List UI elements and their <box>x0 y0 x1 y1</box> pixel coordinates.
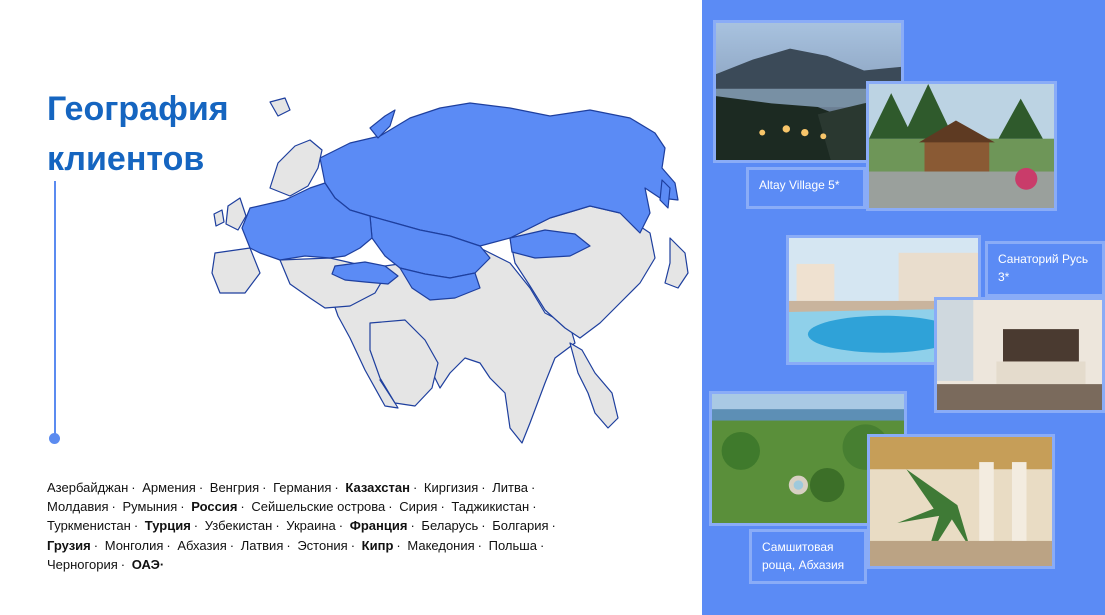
separator-dot: · <box>193 518 199 534</box>
map-region-iberia <box>211 247 261 294</box>
country-item: Румыния <box>122 499 178 515</box>
separator-dot: · <box>133 518 139 534</box>
country-item: Беларусь <box>421 518 479 534</box>
country-item: Франция <box>349 518 408 534</box>
country-item: Венгрия <box>209 480 260 495</box>
country-item: Болгария <box>492 518 549 534</box>
separator-dot: · <box>286 537 291 553</box>
countries-list: Азербайджан · Армения · Венгрия · Германия ·… <box>47 478 607 574</box>
country-item: Эстония <box>297 537 348 553</box>
separator-dot: · <box>229 537 235 553</box>
separator-dot: · <box>412 480 418 495</box>
separator-dot: · <box>93 537 99 553</box>
country-item: Грузия <box>47 537 91 553</box>
separator-dot: · <box>120 556 126 572</box>
country-item: Латвия <box>240 537 284 553</box>
separator-dot: · <box>530 480 536 495</box>
separator-dot: · <box>551 518 556 534</box>
altay-village-name: Altay Village 5* <box>759 178 840 192</box>
country-item: Сирия <box>399 499 438 515</box>
country-item: Молдавия <box>47 499 109 515</box>
separator-dot: · <box>166 537 171 553</box>
separator-dot: · <box>481 480 486 495</box>
separator-dot: · <box>410 518 415 534</box>
separator-dot: · <box>532 499 537 515</box>
rus-room-photo <box>934 297 1105 413</box>
country-item: Армения <box>142 480 196 495</box>
country-item: Сейшельские острова <box>251 499 386 515</box>
country-item: Кипр <box>361 537 394 553</box>
separator-dot: · <box>240 499 245 515</box>
country-item: Черногория <box>47 556 118 572</box>
rus-sanatorium-name: Санаторий Русь 3* <box>998 252 1089 284</box>
separator-dot: · <box>396 537 401 553</box>
map-region-japan <box>664 237 689 289</box>
rus-sanatorium-label: Санаторий Русь 3* <box>985 241 1105 297</box>
country-item: Таджикистан <box>451 499 530 515</box>
separator-dot: · <box>477 537 482 553</box>
separator-dot: · <box>111 499 116 515</box>
eurasia-map <box>211 97 689 444</box>
country-item: Казахстан <box>345 480 410 495</box>
country-item: Азербайджан <box>47 480 129 495</box>
altay-village-label: Altay Village 5* <box>746 167 866 209</box>
separator-dot: · <box>198 480 204 495</box>
samshit-name: Самшитовая роща, Абхазия <box>762 540 845 572</box>
separator-dot: · <box>539 537 545 553</box>
separator-dot: · <box>334 480 339 495</box>
country-item: Туркменистан <box>47 518 131 534</box>
country-item: Киргизия <box>423 480 479 495</box>
country-item: Литва <box>492 480 528 495</box>
country-item: Македония <box>407 537 475 553</box>
country-item: Монголия <box>104 537 164 553</box>
separator-dot: · <box>180 499 185 515</box>
country-item: Украина <box>286 518 336 534</box>
separator-dot: · <box>350 537 356 553</box>
separator-dot: · <box>275 518 280 534</box>
altay-cabin-photo <box>866 81 1057 211</box>
samshit-interior-photo <box>867 434 1055 569</box>
map-region-southeast-asia <box>569 342 619 429</box>
country-item: ОАЭ· <box>131 556 165 572</box>
separator-dot: · <box>440 499 445 515</box>
separator-dot: · <box>262 480 267 495</box>
separator-dot: · <box>481 518 486 534</box>
separator-dot: · <box>338 518 344 534</box>
country-item: Турция <box>144 518 191 534</box>
country-item: Узбекистан <box>204 518 273 534</box>
country-item: Германия <box>273 480 332 495</box>
country-item: Польша <box>488 537 537 553</box>
map-region-ireland <box>213 209 225 227</box>
map-region-svalbard <box>269 97 291 117</box>
separator-dot: · <box>388 499 393 515</box>
separator-dot: · <box>131 480 136 495</box>
country-item: Россия <box>191 499 238 515</box>
timeline-line <box>54 181 56 436</box>
timeline-dot <box>49 433 60 444</box>
samshit-label: Самшитовая роща, Абхазия <box>749 529 867 584</box>
country-item: Абхазия <box>177 537 227 553</box>
